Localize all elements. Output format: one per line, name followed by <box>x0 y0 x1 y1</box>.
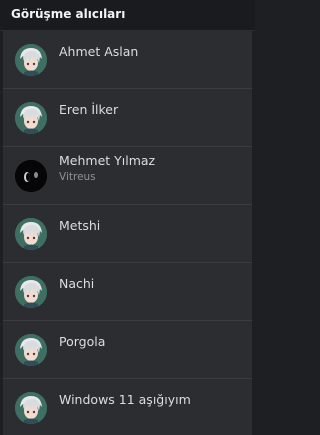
anime-avatar-icon <box>15 392 47 424</box>
panel-header: Görüşme alıcıları <box>0 0 255 31</box>
recipient-item-ahmet-aslan[interactable]: Ahmet Aslan <box>3 31 252 89</box>
recipient-item-eren-ilker[interactable]: Eren İlker <box>3 89 252 147</box>
panel-title: Görüşme alıcıları <box>11 7 126 21</box>
dark-avatar-icon <box>15 160 47 192</box>
anime-avatar-icon <box>15 44 47 76</box>
recipient-name: Ahmet Aslan <box>59 44 139 59</box>
recipient-name: Metshi <box>59 218 101 233</box>
recipient-item-windows-11[interactable]: Windows 11 aşığıyım <box>3 379 252 435</box>
recipient-name: Windows 11 aşığıyım <box>59 392 191 407</box>
recipient-item-nachi[interactable]: Nachi <box>3 263 252 321</box>
anime-avatar-icon <box>15 276 47 308</box>
recipients-panel: Görüşme alıcıları Ahmet Aslan Eren İlker… <box>0 0 255 435</box>
recipient-list: Ahmet Aslan Eren İlker Mehmet Yılmaz Vit… <box>3 31 252 435</box>
recipient-item-metshi[interactable]: Metshi <box>3 205 252 263</box>
recipient-name: Nachi <box>59 276 95 291</box>
recipient-item-porgola[interactable]: Porgola <box>3 321 252 379</box>
recipient-name: Porgola <box>59 334 106 349</box>
anime-avatar-icon <box>15 102 47 134</box>
recipient-name: Mehmet Yılmaz <box>59 153 156 168</box>
recipient-subtitle: Vitreus <box>59 171 96 183</box>
recipient-item-mehmet-yilmaz[interactable]: Mehmet Yılmaz Vitreus <box>3 147 252 205</box>
anime-avatar-icon <box>15 218 47 250</box>
anime-avatar-icon <box>15 334 47 366</box>
recipient-name: Eren İlker <box>59 102 119 117</box>
